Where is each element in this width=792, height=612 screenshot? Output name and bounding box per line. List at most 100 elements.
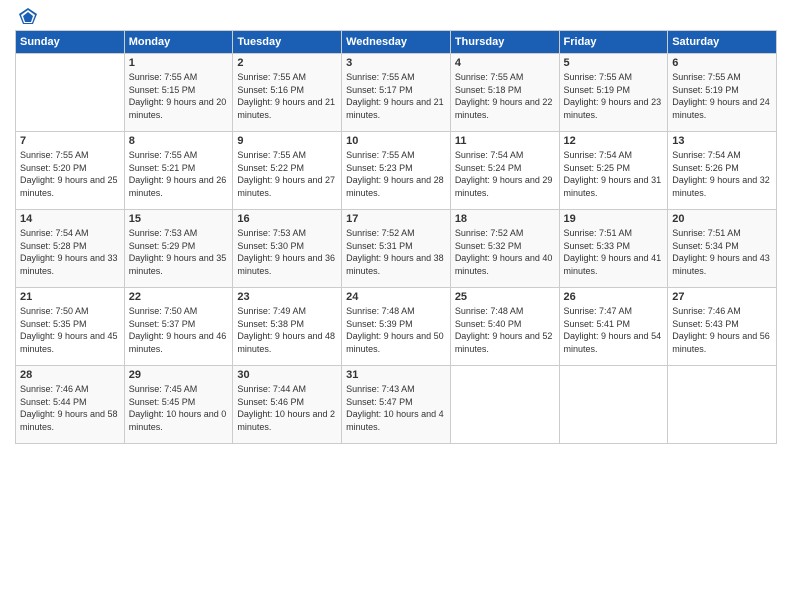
day-info: Sunrise: 7:46 AMSunset: 5:44 PMDaylight:… <box>20 383 120 433</box>
day-info: Sunrise: 7:55 AMSunset: 5:19 PMDaylight:… <box>672 71 772 121</box>
weekday-header-saturday: Saturday <box>668 31 777 54</box>
day-number: 2 <box>237 57 337 69</box>
header <box>15 10 777 22</box>
day-info: Sunrise: 7:44 AMSunset: 5:46 PMDaylight:… <box>237 383 337 433</box>
day-number: 29 <box>129 369 229 381</box>
day-info: Sunrise: 7:55 AMSunset: 5:15 PMDaylight:… <box>129 71 229 121</box>
calendar-cell: 11Sunrise: 7:54 AMSunset: 5:24 PMDayligh… <box>450 132 559 210</box>
day-number: 17 <box>346 213 446 225</box>
calendar-cell: 31 Sunrise: 7:43 AMSunset: 5:47 PMDayligh… <box>342 366 451 444</box>
day-info: Sunrise: 7:52 AMSunset: 5:32 PMDaylight:… <box>455 227 555 277</box>
calendar-table: SundayMondayTuesdayWednesdayThursdayFrid… <box>15 30 777 444</box>
calendar-week-row: 1 Sunrise: 7:55 AMSunset: 5:15 PMDaylight… <box>16 54 777 132</box>
day-info: Sunrise: 7:55 AMSunset: 5:23 PMDaylight:… <box>346 149 446 199</box>
weekday-header-wednesday: Wednesday <box>342 31 451 54</box>
day-number: 4 <box>455 57 555 69</box>
calendar-cell: 27Sunrise: 7:46 AMSunset: 5:43 PMDayligh… <box>668 288 777 366</box>
calendar-cell: 2 Sunrise: 7:55 AMSunset: 5:16 PMDaylight… <box>233 54 342 132</box>
day-info: Sunrise: 7:55 AMSunset: 5:19 PMDaylight:… <box>564 71 664 121</box>
day-info: Sunrise: 7:48 AMSunset: 5:39 PMDaylight:… <box>346 305 446 355</box>
day-number: 13 <box>672 135 772 147</box>
calendar-cell: 9 Sunrise: 7:55 AMSunset: 5:22 PMDaylight… <box>233 132 342 210</box>
day-number: 9 <box>237 135 337 147</box>
calendar-cell: 24 Sunrise: 7:48 AMSunset: 5:39 PMDayligh… <box>342 288 451 366</box>
calendar-cell: 15 Sunrise: 7:53 AMSunset: 5:29 PMDayligh… <box>124 210 233 288</box>
day-info: Sunrise: 7:47 AMSunset: 5:41 PMDaylight:… <box>564 305 664 355</box>
day-info: Sunrise: 7:45 AMSunset: 5:45 PMDaylight:… <box>129 383 229 433</box>
day-info: Sunrise: 7:50 AMSunset: 5:35 PMDaylight:… <box>20 305 120 355</box>
calendar-cell: 21 Sunrise: 7:50 AMSunset: 5:35 PMDayligh… <box>16 288 125 366</box>
day-info: Sunrise: 7:50 AMSunset: 5:37 PMDaylight:… <box>129 305 229 355</box>
calendar-cell <box>668 366 777 444</box>
calendar-cell: 1 Sunrise: 7:55 AMSunset: 5:15 PMDaylight… <box>124 54 233 132</box>
weekday-header-monday: Monday <box>124 31 233 54</box>
day-info: Sunrise: 7:54 AMSunset: 5:24 PMDaylight:… <box>455 149 555 199</box>
day-number: 23 <box>237 291 337 303</box>
calendar-cell: 16Sunrise: 7:53 AMSunset: 5:30 PMDayligh… <box>233 210 342 288</box>
day-info: Sunrise: 7:53 AMSunset: 5:29 PMDaylight:… <box>129 227 229 277</box>
calendar-week-row: 21 Sunrise: 7:50 AMSunset: 5:35 PMDayligh… <box>16 288 777 366</box>
weekday-header-sunday: Sunday <box>16 31 125 54</box>
day-number: 24 <box>346 291 446 303</box>
day-number: 14 <box>20 213 120 225</box>
day-number: 8 <box>129 135 229 147</box>
calendar-cell: 28 Sunrise: 7:46 AMSunset: 5:44 PMDayligh… <box>16 366 125 444</box>
day-number: 15 <box>129 213 229 225</box>
calendar-cell: 4 Sunrise: 7:55 AMSunset: 5:18 PMDaylight… <box>450 54 559 132</box>
day-number: 20 <box>672 213 772 225</box>
page-container: SundayMondayTuesdayWednesdayThursdayFrid… <box>0 0 792 454</box>
day-number: 1 <box>129 57 229 69</box>
day-number: 22 <box>129 291 229 303</box>
day-number: 6 <box>672 57 772 69</box>
day-number: 5 <box>564 57 664 69</box>
calendar-cell: 18 Sunrise: 7:52 AMSunset: 5:32 PMDayligh… <box>450 210 559 288</box>
weekday-header-friday: Friday <box>559 31 668 54</box>
day-info: Sunrise: 7:54 AMSunset: 5:26 PMDaylight:… <box>672 149 772 199</box>
day-number: 10 <box>346 135 446 147</box>
day-number: 31 <box>346 369 446 381</box>
calendar-cell: 23 Sunrise: 7:49 AMSunset: 5:38 PMDayligh… <box>233 288 342 366</box>
calendar-cell: 22 Sunrise: 7:50 AMSunset: 5:37 PMDayligh… <box>124 288 233 366</box>
calendar-cell: 5 Sunrise: 7:55 AMSunset: 5:19 PMDaylight… <box>559 54 668 132</box>
day-info: Sunrise: 7:55 AMSunset: 5:16 PMDaylight:… <box>237 71 337 121</box>
calendar-week-row: 14Sunrise: 7:54 AMSunset: 5:28 PMDayligh… <box>16 210 777 288</box>
day-info: Sunrise: 7:48 AMSunset: 5:40 PMDaylight:… <box>455 305 555 355</box>
day-info: Sunrise: 7:55 AMSunset: 5:18 PMDaylight:… <box>455 71 555 121</box>
day-info: Sunrise: 7:54 AMSunset: 5:25 PMDaylight:… <box>564 149 664 199</box>
calendar-cell <box>559 366 668 444</box>
calendar-cell: 25 Sunrise: 7:48 AMSunset: 5:40 PMDayligh… <box>450 288 559 366</box>
day-number: 19 <box>564 213 664 225</box>
calendar-cell: 10 Sunrise: 7:55 AMSunset: 5:23 PMDayligh… <box>342 132 451 210</box>
calendar-week-row: 28 Sunrise: 7:46 AMSunset: 5:44 PMDayligh… <box>16 366 777 444</box>
calendar-cell: 14Sunrise: 7:54 AMSunset: 5:28 PMDayligh… <box>16 210 125 288</box>
calendar-cell <box>16 54 125 132</box>
calendar-cell: 12 Sunrise: 7:54 AMSunset: 5:25 PMDayligh… <box>559 132 668 210</box>
day-number: 18 <box>455 213 555 225</box>
calendar-cell: 29 Sunrise: 7:45 AMSunset: 5:45 PMDayligh… <box>124 366 233 444</box>
calendar-cell: 8 Sunrise: 7:55 AMSunset: 5:21 PMDaylight… <box>124 132 233 210</box>
calendar-cell: 26Sunrise: 7:47 AMSunset: 5:41 PMDayligh… <box>559 288 668 366</box>
day-info: Sunrise: 7:55 AMSunset: 5:17 PMDaylight:… <box>346 71 446 121</box>
day-info: Sunrise: 7:55 AMSunset: 5:21 PMDaylight:… <box>129 149 229 199</box>
day-info: Sunrise: 7:43 AMSunset: 5:47 PMDaylight:… <box>346 383 446 433</box>
day-info: Sunrise: 7:46 AMSunset: 5:43 PMDaylight:… <box>672 305 772 355</box>
calendar-week-row: 7 Sunrise: 7:55 AMSunset: 5:20 PMDaylight… <box>16 132 777 210</box>
day-info: Sunrise: 7:55 AMSunset: 5:22 PMDaylight:… <box>237 149 337 199</box>
logo-flag-icon <box>17 6 39 28</box>
calendar-cell: 7 Sunrise: 7:55 AMSunset: 5:20 PMDaylight… <box>16 132 125 210</box>
day-number: 28 <box>20 369 120 381</box>
weekday-header-tuesday: Tuesday <box>233 31 342 54</box>
day-number: 7 <box>20 135 120 147</box>
day-info: Sunrise: 7:52 AMSunset: 5:31 PMDaylight:… <box>346 227 446 277</box>
calendar-cell: 30 Sunrise: 7:44 AMSunset: 5:46 PMDayligh… <box>233 366 342 444</box>
calendar-cell <box>450 366 559 444</box>
day-number: 25 <box>455 291 555 303</box>
day-number: 21 <box>20 291 120 303</box>
day-info: Sunrise: 7:49 AMSunset: 5:38 PMDaylight:… <box>237 305 337 355</box>
day-info: Sunrise: 7:55 AMSunset: 5:20 PMDaylight:… <box>20 149 120 199</box>
day-number: 12 <box>564 135 664 147</box>
day-number: 30 <box>237 369 337 381</box>
day-info: Sunrise: 7:51 AMSunset: 5:34 PMDaylight:… <box>672 227 772 277</box>
calendar-cell: 20 Sunrise: 7:51 AMSunset: 5:34 PMDayligh… <box>668 210 777 288</box>
calendar-header-row: SundayMondayTuesdayWednesdayThursdayFrid… <box>16 31 777 54</box>
